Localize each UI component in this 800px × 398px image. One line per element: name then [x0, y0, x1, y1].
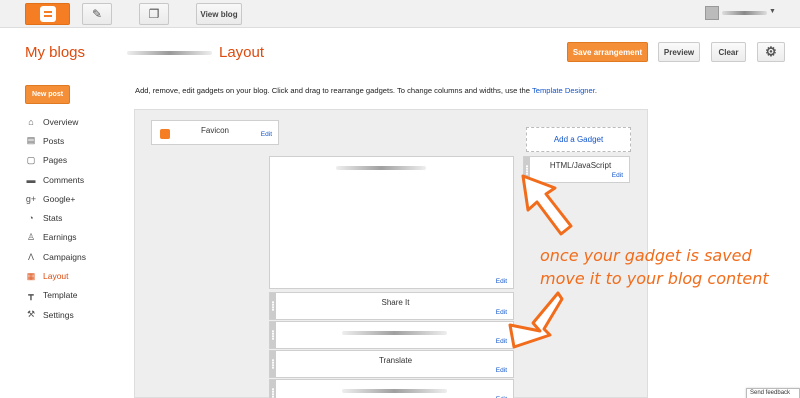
- sidebar-item-overview[interactable]: ⌂ Overview: [25, 112, 86, 131]
- gadget-title: Favicon: [200, 126, 229, 135]
- campaigns-icon: Λ: [27, 251, 34, 262]
- arrow-up-left-icon: [521, 174, 573, 236]
- sidebar-item-label: Comments: [43, 174, 85, 185]
- sidebar-item-stats[interactable]: ◔ Stats: [25, 208, 86, 227]
- account-name-redacted[interactable]: [722, 11, 767, 15]
- view-blog-button[interactable]: View blog: [196, 3, 242, 25]
- sidebar-item-label: Stats: [43, 213, 63, 224]
- share-it-gadget[interactable]: Share It Edit: [269, 292, 514, 320]
- sidebar-item-label: Campaigns: [43, 251, 86, 262]
- save-arrangement-button[interactable]: Save arrangement: [567, 42, 648, 62]
- blogger-logo-icon: [39, 6, 56, 22]
- gadget-title: Share It: [381, 298, 410, 307]
- send-feedback-button[interactable]: Send feedback: [746, 388, 800, 398]
- layout-instructions: Add, remove, edit gadgets on your blog. …: [135, 86, 597, 95]
- edit-link[interactable]: Edit: [496, 367, 507, 374]
- sidebar-item-posts[interactable]: ▤ Posts: [25, 131, 86, 150]
- sidebar-item-label: Overview: [43, 116, 79, 127]
- sidebar-item-campaigns[interactable]: Λ Campaigns: [25, 247, 86, 266]
- clear-button[interactable]: Clear: [711, 42, 746, 62]
- redacted-gadget-2[interactable]: Edit: [269, 379, 514, 398]
- drag-handle[interactable]: [270, 293, 276, 319]
- blogger-home-button[interactable]: [25, 3, 70, 25]
- avatar-icon[interactable]: [705, 6, 719, 20]
- comment-icon: ▬: [26, 174, 36, 185]
- home-icon: ⌂: [28, 116, 34, 127]
- drag-handle[interactable]: [270, 351, 276, 377]
- sidebar-item-label: Pages: [43, 155, 68, 166]
- earnings-icon: ♙: [26, 231, 36, 242]
- annotation-text: once your gadget is saved move it to you…: [540, 244, 769, 290]
- add-gadget-button[interactable]: Add a Gadget: [526, 127, 631, 152]
- sidebar-item-label: Layout: [43, 271, 69, 282]
- gadget-title-redacted: [336, 166, 426, 170]
- drag-handle[interactable]: [270, 380, 276, 398]
- sidebar-item-label: Google+: [43, 193, 76, 204]
- pages-icon: ▢: [26, 154, 36, 165]
- chevron-down-icon[interactable]: ▼: [769, 8, 776, 15]
- redacted-gadget[interactable]: Edit: [269, 321, 514, 349]
- new-post-toolbar-button[interactable]: ✎: [82, 3, 112, 25]
- top-toolbar: ✎ ❐ View blog ▼: [0, 0, 800, 28]
- edit-link[interactable]: Edit: [496, 278, 507, 285]
- gadget-title-redacted: [342, 331, 447, 335]
- favicon-gadget[interactable]: Favicon Edit: [151, 120, 279, 145]
- pencil-icon: ✎: [91, 7, 103, 21]
- template-icon: ┳: [28, 289, 34, 300]
- instructions-suffix: .: [594, 86, 597, 95]
- sidebar-item-earnings[interactable]: ♙ Earnings: [25, 228, 86, 247]
- gadget-title: Translate: [378, 356, 413, 365]
- sidebar-item-label: Template: [43, 290, 78, 301]
- sidebar-item-comments[interactable]: ▬ Comments: [25, 170, 86, 189]
- sidebar-item-label: Posts: [43, 135, 65, 146]
- annotation-line-2: move it to your blog content: [540, 269, 769, 288]
- annotation-line-1: once your gadget is saved: [540, 246, 752, 265]
- drag-handle[interactable]: [270, 322, 276, 348]
- posts-list-button[interactable]: ❐: [139, 3, 169, 25]
- sidebar-item-template[interactable]: ┳ Template: [25, 286, 86, 305]
- sidebar-nav: ⌂ Overview ▤ Posts ▢ Pages ▬ Comments g+ Google+ ◔…: [25, 112, 86, 324]
- preview-button[interactable]: Preview: [658, 42, 700, 62]
- my-blogs-link[interactable]: My blogs: [25, 44, 85, 61]
- new-post-button[interactable]: New post: [25, 85, 70, 104]
- layout-icon: ▦: [26, 270, 36, 281]
- page-title: Layout: [219, 44, 265, 61]
- settings-icon: ⚒: [26, 309, 36, 320]
- gear-icon: ⚙: [765, 44, 777, 59]
- blog-posts-gadget[interactable]: Edit: [269, 156, 514, 289]
- blog-name-redacted: [127, 51, 212, 55]
- google-plus-icon: g+: [25, 193, 37, 204]
- sidebar-item-settings[interactable]: ⚒ Settings: [25, 305, 86, 324]
- translate-gadget[interactable]: Translate Edit: [269, 350, 514, 378]
- settings-gear-button[interactable]: ⚙: [757, 42, 785, 62]
- posts-icon: ▤: [26, 135, 36, 146]
- instructions-text: Add, remove, edit gadgets on your blog. …: [135, 86, 532, 95]
- sidebar-item-label: Earnings: [43, 232, 77, 243]
- edit-link[interactable]: Edit: [612, 172, 623, 179]
- arrow-down-left-icon: [508, 291, 564, 349]
- edit-link[interactable]: Edit: [261, 131, 272, 138]
- sidebar-item-google-[interactable]: g+ Google+: [25, 189, 86, 208]
- sidebar-item-label: Settings: [43, 309, 74, 320]
- template-designer-link[interactable]: Template Designer: [532, 86, 595, 95]
- sidebar-item-layout[interactable]: ▦ Layout: [25, 266, 86, 285]
- stats-icon: ◔: [28, 213, 34, 224]
- sidebar-item-pages[interactable]: ▢ Pages: [25, 151, 86, 170]
- gadget-title-redacted: [342, 389, 447, 393]
- copy-icon: ❐: [148, 7, 160, 21]
